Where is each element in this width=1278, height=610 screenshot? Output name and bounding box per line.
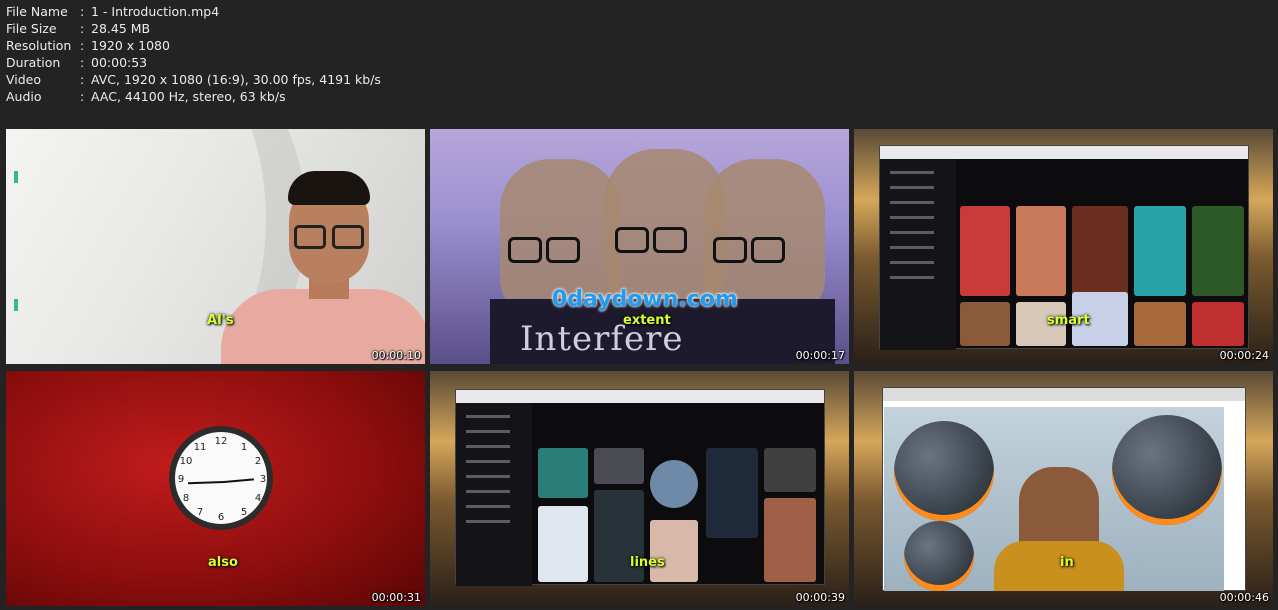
subtitle-caption: lines bbox=[630, 555, 665, 570]
planet bbox=[1112, 415, 1222, 525]
file-info-panel: File Name:1 - Introduction.mp4 File Size… bbox=[6, 3, 381, 105]
clock-numeral: 8 bbox=[182, 493, 190, 504]
clock-icon: 12 1 2 3 4 5 6 7 8 9 10 11 bbox=[169, 426, 273, 530]
image-tile bbox=[1192, 302, 1244, 346]
green-mark bbox=[14, 299, 18, 311]
image-tile bbox=[1072, 206, 1128, 296]
image-tile bbox=[1134, 206, 1186, 296]
image-tile bbox=[1134, 302, 1186, 346]
meta-key: File Name bbox=[6, 4, 68, 19]
image-tile bbox=[650, 460, 698, 508]
thumbnail-grid: AI's 00:00:10 0daydown.com Interfere ext… bbox=[6, 129, 1273, 606]
subtitle-caption: AI's bbox=[207, 313, 234, 328]
browser-toolbar bbox=[883, 388, 1245, 401]
image-tile bbox=[960, 206, 1010, 296]
image-tile bbox=[960, 302, 1010, 346]
timestamp: 00:00:10 bbox=[371, 349, 421, 362]
image-tile bbox=[538, 448, 588, 498]
clock-hand bbox=[223, 478, 254, 483]
meta-separator: : bbox=[80, 55, 85, 70]
thumbnail-2[interactable]: 0daydown.com Interfere extent 00:00:17 bbox=[430, 129, 849, 364]
file-size-value: 28.45 MB bbox=[91, 21, 151, 36]
meta-separator: : bbox=[80, 4, 85, 19]
resolution-value: 1920 x 1080 bbox=[91, 38, 170, 53]
meta-separator: : bbox=[80, 72, 85, 87]
image-tile bbox=[764, 498, 816, 582]
image-tile bbox=[706, 448, 758, 538]
presenter-hair bbox=[288, 171, 370, 205]
image-tile bbox=[594, 448, 644, 484]
clock-numeral: 11 bbox=[193, 442, 207, 453]
meta-key: File Size bbox=[6, 21, 57, 36]
glasses-lens bbox=[653, 227, 687, 253]
watermark-logo: 0daydown.com bbox=[552, 287, 738, 312]
audio-value: AAC, 44100 Hz, stereo, 63 kb/s bbox=[91, 89, 286, 104]
duration-value: 00:00:53 bbox=[91, 55, 148, 70]
file-name-value: 1 - Introduction.mp4 bbox=[91, 4, 220, 19]
timestamp: 00:00:24 bbox=[1219, 349, 1269, 362]
browser-toolbar bbox=[880, 146, 1248, 159]
clock-numeral: 7 bbox=[196, 507, 204, 518]
clock-numeral: 2 bbox=[254, 456, 262, 467]
clock-numeral: 6 bbox=[217, 512, 225, 523]
subtitle-caption: extent bbox=[623, 313, 671, 328]
video-value: AVC, 1920 x 1080 (16:9), 30.00 fps, 4191… bbox=[91, 72, 381, 87]
clock-numeral: 4 bbox=[254, 493, 262, 504]
timestamp: 00:00:39 bbox=[795, 591, 845, 604]
duration-row: Duration:00:00:53 bbox=[6, 54, 381, 71]
clock-numeral: 10 bbox=[179, 456, 193, 467]
meta-key: Video bbox=[6, 72, 42, 87]
image-tile bbox=[764, 448, 816, 492]
thumbnail-5[interactable]: lines 00:00:39 bbox=[430, 371, 849, 606]
clock-numeral: 9 bbox=[177, 474, 185, 485]
planet bbox=[904, 521, 974, 591]
image-tile bbox=[1016, 206, 1066, 296]
image-tile bbox=[650, 520, 698, 582]
subtitle-caption: smart bbox=[1047, 313, 1090, 328]
audio-row: Audio: AAC, 44100 Hz, stereo, 63 kb/s bbox=[6, 88, 381, 105]
glasses-lens bbox=[332, 225, 364, 249]
clock-numeral: 3 bbox=[259, 474, 267, 485]
clock-numeral: 5 bbox=[240, 507, 248, 518]
glasses-lens bbox=[615, 227, 649, 253]
clock-hand bbox=[187, 481, 225, 485]
glasses-lens bbox=[294, 225, 326, 249]
meta-separator: : bbox=[80, 89, 85, 104]
thumbnail-3[interactable]: smart 00:00:24 bbox=[854, 129, 1273, 364]
meta-key: Audio bbox=[6, 89, 42, 104]
timestamp: 00:00:17 bbox=[795, 349, 845, 362]
subtitle-caption: also bbox=[208, 555, 238, 570]
glasses-lens bbox=[751, 237, 785, 263]
glasses-lens bbox=[508, 237, 542, 263]
resolution-row: Resolution:1920 x 1080 bbox=[6, 37, 381, 54]
glasses-lens bbox=[546, 237, 580, 263]
app-sidebar bbox=[456, 403, 532, 586]
planet bbox=[894, 421, 994, 521]
image-tile bbox=[538, 506, 588, 582]
subtitle-caption: in bbox=[1060, 555, 1074, 570]
timestamp: 00:00:31 bbox=[371, 591, 421, 604]
meta-key: Duration bbox=[6, 55, 61, 70]
browser-toolbar bbox=[456, 390, 824, 403]
meta-separator: : bbox=[80, 21, 85, 36]
glasses-lens bbox=[713, 237, 747, 263]
video-row: Video: AVC, 1920 x 1080 (16:9), 30.00 fps… bbox=[6, 71, 381, 88]
coat bbox=[994, 541, 1124, 591]
clock-numeral: 1 bbox=[240, 442, 248, 453]
thumbnail-1[interactable]: AI's 00:00:10 bbox=[6, 129, 425, 364]
thumbnail-4[interactable]: 12 1 2 3 4 5 6 7 8 9 10 11 also 00:00:31 bbox=[6, 371, 425, 606]
file-name-row: File Name:1 - Introduction.mp4 bbox=[6, 3, 381, 20]
thumbnail-6[interactable]: in 00:00:46 bbox=[854, 371, 1273, 606]
app-sidebar bbox=[880, 159, 956, 350]
meta-key: Resolution bbox=[6, 38, 72, 53]
timestamp: 00:00:46 bbox=[1219, 591, 1269, 604]
meta-separator: : bbox=[80, 38, 85, 53]
green-mark bbox=[14, 171, 18, 183]
clock-numeral: 12 bbox=[214, 436, 228, 447]
file-size-row: File Size:28.45 MB bbox=[6, 20, 381, 37]
image-tile bbox=[1192, 206, 1244, 296]
